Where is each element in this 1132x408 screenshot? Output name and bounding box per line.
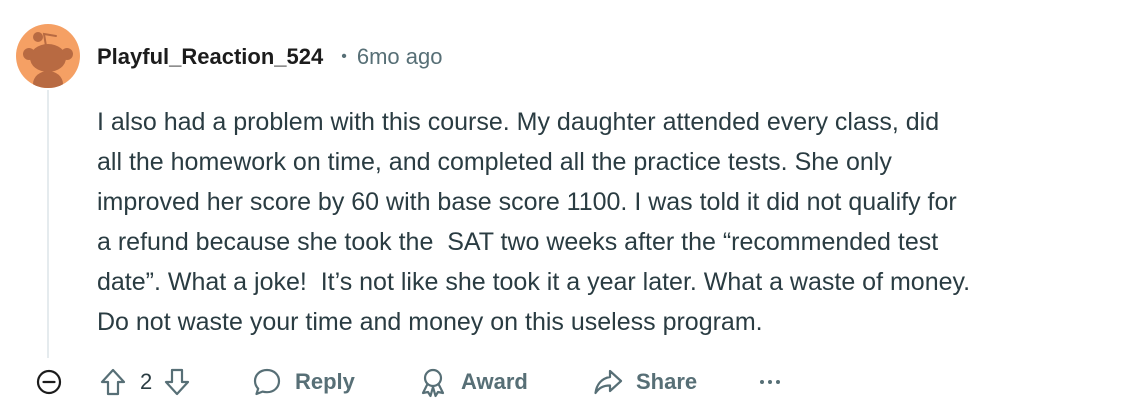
comment-line: a refund because she took the SAT two we… <box>97 228 939 256</box>
comment-line: I also had a problem with this course. M… <box>97 108 940 136</box>
reply-label: Reply <box>295 369 355 394</box>
upvote-arrow-icon <box>100 368 126 396</box>
comment-line: date”. What a joke! It’s not like she to… <box>97 268 971 296</box>
username-link[interactable]: Playful_Reaction_524 <box>97 44 323 70</box>
downvote-arrow-icon <box>165 368 190 396</box>
speech-bubble-icon <box>253 368 281 396</box>
upvote-button[interactable] <box>98 367 128 397</box>
award-label: Award <box>461 369 528 394</box>
downvote-button[interactable] <box>162 367 192 397</box>
more-options-button[interactable] <box>756 364 784 400</box>
comment-body: I also had a problem with this course. M… <box>97 102 1117 342</box>
comment-line: Do not waste your time and money on this… <box>97 308 763 336</box>
thread-line <box>47 90 49 358</box>
snoo-avatar-icon <box>23 32 73 88</box>
more-options-icon <box>760 380 780 384</box>
collapse-button[interactable] <box>34 367 64 397</box>
vote-group: 2 <box>98 364 192 400</box>
comment-line: improved her score by 60 with base score… <box>97 188 957 216</box>
meta-separator: • <box>341 48 347 65</box>
share-button[interactable]: Share <box>592 364 697 400</box>
vote-count: 2 <box>140 369 153 394</box>
award-button[interactable]: Award <box>417 364 528 400</box>
comment-meta: Playful_Reaction_524 • 6mo ago <box>97 42 442 72</box>
avatar[interactable] <box>16 24 80 88</box>
timestamp[interactable]: 6mo ago <box>357 44 443 70</box>
share-label: Share <box>636 369 698 394</box>
comment-action-bar: 2 Reply Award Share <box>0 360 1132 404</box>
reply-button[interactable]: Reply <box>251 364 355 400</box>
comment-line: all the homework on time, and completed … <box>97 148 892 176</box>
award-ribbon-icon <box>421 368 445 398</box>
collapse-minus-icon <box>36 369 62 395</box>
share-arrow-icon <box>594 369 623 395</box>
